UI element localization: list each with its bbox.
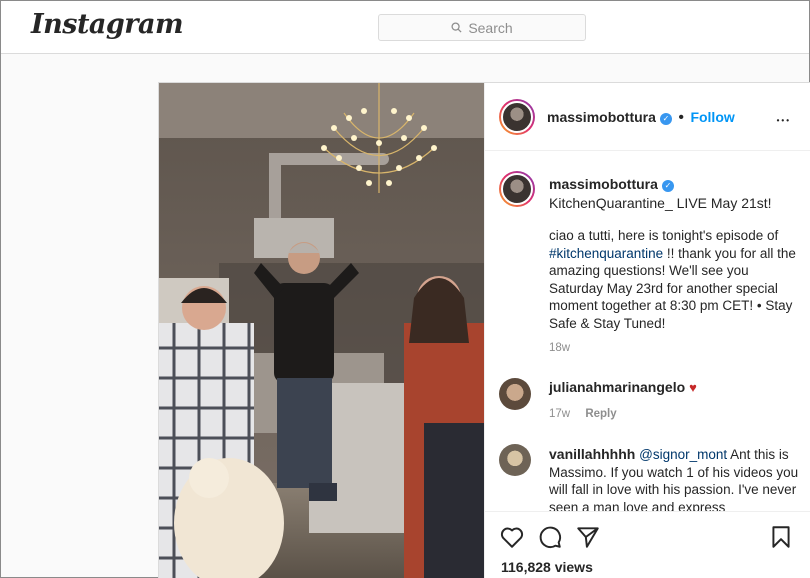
caption-body: ciao a tutti, here is tonight's episode … bbox=[549, 227, 799, 332]
comment-1-time[interactable]: 17w bbox=[549, 408, 570, 420]
post-header: massimobottura ✓ • Follow ••• bbox=[485, 83, 810, 151]
comment-2-mention[interactable]: @signor_mont bbox=[639, 447, 727, 462]
bookmark-icon[interactable] bbox=[768, 524, 794, 550]
search-icon bbox=[451, 22, 462, 33]
comment-2: vanillahhhhh @signor_mont Ant this is Ma… bbox=[549, 446, 799, 511]
verified-icon: ✓ bbox=[659, 113, 672, 125]
comment-1-username[interactable]: julianahmarinangelo bbox=[549, 379, 685, 395]
author-username[interactable]: massimobottura bbox=[547, 109, 656, 125]
caption-hashtag[interactable]: #kitchenquarantine bbox=[549, 246, 663, 261]
heart-icon: ♥ bbox=[689, 380, 697, 395]
heart-icon[interactable] bbox=[499, 524, 525, 550]
commenter-avatar[interactable] bbox=[499, 444, 531, 476]
follow-button[interactable]: Follow bbox=[690, 109, 734, 125]
more-icon[interactable]: ••• bbox=[777, 107, 791, 128]
reply-button[interactable]: Reply bbox=[585, 408, 616, 420]
verified-icon: ✓ bbox=[661, 180, 674, 192]
search-input[interactable]: Search bbox=[378, 14, 586, 41]
search-placeholder: Search bbox=[468, 19, 513, 36]
top-navigation-bar: Instagram Search bbox=[1, 1, 809, 54]
comment-1: julianahmarinangelo ♥ bbox=[549, 379, 697, 397]
more-label: ••• bbox=[776, 116, 791, 125]
instagram-logo[interactable]: Instagram bbox=[31, 9, 184, 40]
comment-2-username[interactable]: vanillahhhhh bbox=[549, 446, 635, 462]
views-count[interactable]: 116,828 views bbox=[501, 559, 593, 575]
comment-icon[interactable] bbox=[537, 524, 563, 550]
caption-username[interactable]: massimobottura bbox=[549, 176, 658, 192]
caption-text-before-hashtag: ciao a tutti, here is tonight's episode … bbox=[549, 228, 779, 243]
kitchen-scene-image bbox=[159, 83, 484, 578]
post-sidebar: massimobottura ✓ • Follow ••• massimobott… bbox=[484, 83, 810, 578]
comment-1-meta: 17w Reply bbox=[549, 408, 617, 420]
caption-title-line: KitchenQuarantine_ LIVE May 21st! bbox=[549, 195, 772, 211]
follow-separator: • bbox=[678, 109, 684, 126]
post-actions-bar: 116,828 views bbox=[485, 511, 810, 578]
share-icon[interactable] bbox=[575, 524, 601, 550]
author-avatar[interactable] bbox=[499, 99, 535, 135]
caption-timestamp[interactable]: 18w bbox=[549, 342, 570, 354]
post-card: massimobottura ✓ • Follow ••• massimobott… bbox=[158, 82, 810, 578]
post-photo[interactable] bbox=[159, 83, 484, 578]
caption-author-avatar[interactable] bbox=[499, 171, 535, 207]
commenter-avatar[interactable] bbox=[499, 378, 531, 410]
